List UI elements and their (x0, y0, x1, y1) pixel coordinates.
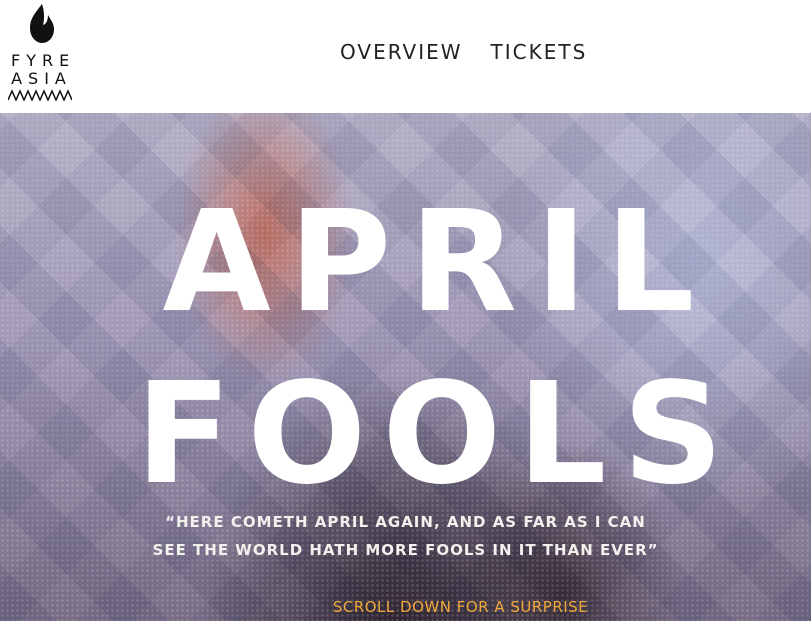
headline-april: APRIL (162, 181, 713, 344)
site-header: FYRE ASIA OVERVIEW TICKETS (0, 0, 811, 113)
main-nav: OVERVIEW TICKETS (340, 40, 587, 64)
scroll-down-cta[interactable]: SCROLL DOWN FOR A SURPRISE (0, 598, 811, 616)
fyre-asia-logo[interactable]: FYRE ASIA (6, 4, 72, 104)
quote-line-2: SEE THE WORLD HATH MORE FOOLS IN IT THAN… (152, 541, 659, 559)
headline-fools: FOOLS (135, 353, 740, 516)
flame-icon (30, 4, 54, 43)
logo-text-fyre: FYRE (11, 51, 76, 70)
nav-tickets[interactable]: TICKETS (491, 40, 588, 64)
logo-text-asia: ASIA (11, 69, 72, 88)
nav-overview[interactable]: OVERVIEW (340, 40, 463, 64)
hero-banner: APRIL FOOLS “HERE COMETH APRIL AGAIN, AN… (0, 113, 811, 621)
quote-line-1: “HERE COMETH APRIL AGAIN, AND AS FAR AS … (165, 513, 646, 531)
zigzag-icon (8, 89, 72, 101)
hero-quote: “HERE COMETH APRIL AGAIN, AND AS FAR AS … (0, 508, 811, 564)
